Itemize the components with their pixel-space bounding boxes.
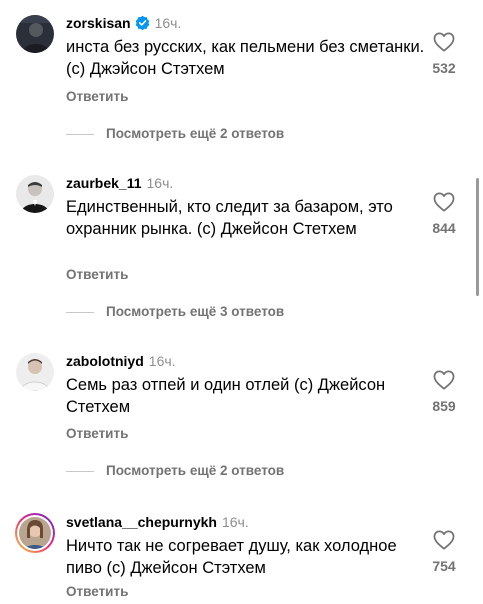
avatar-woman-story-ring-icon — [15, 513, 55, 553]
comment-meta: svetlana__chepurnykh 16ч. — [66, 513, 249, 531]
like-count: 844 — [432, 220, 456, 236]
comment-meta: zorskisan 16ч. — [66, 14, 181, 32]
username[interactable]: zaurbek_11 — [66, 175, 142, 191]
view-more-replies[interactable]: Посмотреть ещё 2 ответов — [66, 463, 284, 479]
like-control: 859 — [429, 370, 459, 414]
comment-time: 16ч. — [146, 175, 174, 191]
comment-time: 16ч. — [154, 15, 182, 31]
reply-button[interactable]: Ответить — [66, 89, 128, 105]
username[interactable]: zabolotniyd — [66, 353, 144, 369]
heart-icon[interactable] — [433, 32, 455, 52]
comment-meta: zaurbek_11 16ч. — [66, 174, 173, 192]
like-control: 754 — [429, 530, 459, 574]
reply-button[interactable]: Ответить — [66, 426, 128, 442]
comment-text: Единственный, кто следит за базаром, это… — [66, 198, 393, 238]
view-more-replies-label: Посмотреть ещё 2 ответов — [106, 126, 285, 141]
view-more-replies[interactable]: Посмотреть ещё 2 ответов — [66, 126, 284, 142]
comment-text: инста без русских, как пельмени без смет… — [66, 38, 425, 78]
heart-icon[interactable] — [433, 530, 455, 550]
like-count: 859 — [432, 398, 456, 414]
reply-button[interactable]: Ответить — [66, 267, 128, 283]
avatar-light-person-icon — [16, 353, 54, 391]
replies-divider — [66, 311, 94, 313]
replies-divider — [66, 470, 94, 472]
avatar[interactable] — [16, 15, 54, 53]
view-more-replies[interactable]: Посмотреть ещё 3 ответов — [66, 304, 284, 320]
comment-text: Ничто так не согревает душу, как холодно… — [66, 537, 397, 577]
like-control: 532 — [429, 32, 459, 76]
verified-badge-icon — [135, 15, 149, 30]
avatar[interactable] — [16, 353, 54, 391]
replies-divider — [66, 133, 94, 135]
comment-time: 16ч. — [148, 353, 176, 369]
avatar[interactable] — [14, 512, 56, 554]
view-more-replies-label: Посмотреть ещё 2 ответов — [106, 463, 285, 478]
like-count: 754 — [432, 558, 456, 574]
username[interactable]: zorskisan — [66, 15, 131, 31]
avatar-suit-man-icon — [16, 175, 54, 213]
username[interactable]: svetlana__chepurnykh — [66, 514, 217, 530]
like-count: 532 — [432, 60, 456, 76]
reply-button[interactable]: Ответить — [66, 584, 128, 600]
comment-time: 16ч. — [221, 514, 249, 530]
avatar-dark-person-icon — [16, 15, 54, 53]
comment-meta: zabolotniyd 16ч. — [66, 352, 176, 370]
heart-icon[interactable] — [433, 192, 455, 212]
comment-text: Семь раз отпей и один отлей (с) Джейсон … — [66, 376, 386, 416]
like-control: 844 — [429, 192, 459, 236]
view-more-replies-label: Посмотреть ещё 3 ответов — [106, 304, 285, 319]
scrollbar[interactable] — [476, 178, 479, 296]
heart-icon[interactable] — [433, 370, 455, 390]
avatar[interactable] — [16, 175, 54, 213]
